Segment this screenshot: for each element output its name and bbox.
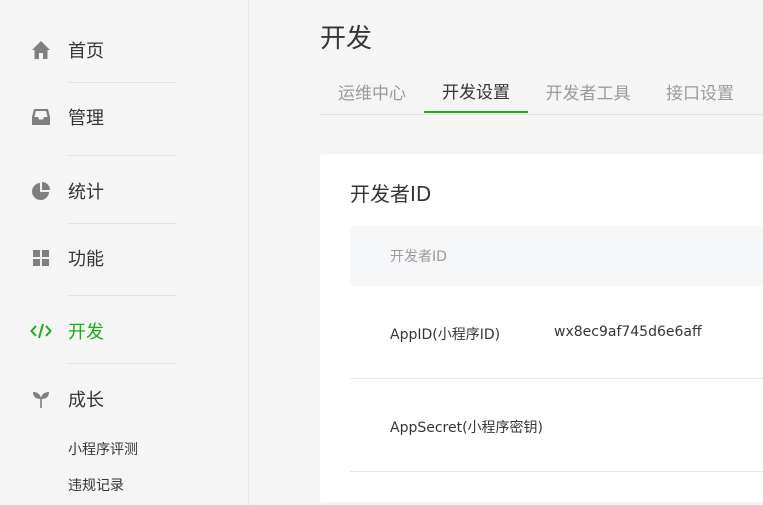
page-title: 开发 bbox=[320, 24, 373, 54]
appid-label: AppID(小程序ID) bbox=[390, 327, 501, 343]
grid-icon bbox=[30, 247, 52, 269]
sidebar-divider bbox=[68, 363, 176, 364]
sidebar-subitem-violations[interactable]: 违规记录 bbox=[68, 475, 124, 495]
tab-dev-settings[interactable]: 开发设置 bbox=[424, 70, 528, 113]
sidebar-item-label: 开发 bbox=[68, 322, 104, 343]
sidebar-item-develop[interactable]: 开发 bbox=[0, 311, 248, 351]
table-header: 开发者ID bbox=[350, 226, 763, 286]
table-row-appsecret: AppSecret(小程序密钥) bbox=[350, 379, 763, 472]
sidebar-divider bbox=[68, 295, 176, 296]
sidebar-item-label: 功能 bbox=[68, 249, 104, 270]
home-icon bbox=[30, 39, 52, 61]
sidebar-item-growth[interactable]: 成长 bbox=[0, 379, 248, 419]
table-header-label: 开发者ID bbox=[390, 249, 447, 265]
sidebar-divider bbox=[68, 82, 176, 83]
sidebar-item-label: 统计 bbox=[68, 182, 104, 203]
tab-bar: 运维中心 开发设置 开发者工具 接口设置 bbox=[320, 70, 763, 115]
card-title: 开发者ID bbox=[350, 182, 432, 206]
pie-chart-icon bbox=[30, 180, 52, 202]
appsecret-label: AppSecret(小程序密钥) bbox=[390, 420, 544, 436]
sidebar-divider bbox=[68, 223, 176, 224]
tab-api-settings[interactable]: 接口设置 bbox=[648, 70, 752, 113]
code-icon bbox=[30, 320, 52, 342]
tab-dev-tools[interactable]: 开发者工具 bbox=[528, 70, 648, 113]
sidebar-item-label: 成长 bbox=[68, 390, 104, 411]
tab-ops-center[interactable]: 运维中心 bbox=[320, 70, 424, 113]
table-row-appid: AppID(小程序ID) wx8ec9af745d6e6aff bbox=[350, 286, 763, 379]
sidebar-item-manage[interactable]: 管理 bbox=[0, 97, 248, 137]
main-content: 开发 运维中心 开发设置 开发者工具 接口设置 开发者ID 开发者ID AppI… bbox=[249, 0, 763, 505]
sidebar-item-features[interactable]: 功能 bbox=[0, 238, 248, 278]
sidebar-item-home[interactable]: 首页 bbox=[0, 30, 248, 70]
sidebar: 首页 管理 统计 功能 开发 成长 小程序评测 违规记录 bbox=[0, 0, 249, 505]
sidebar-item-label: 首页 bbox=[68, 41, 104, 62]
sidebar-item-stats[interactable]: 统计 bbox=[0, 171, 248, 211]
inbox-icon bbox=[30, 106, 52, 128]
appid-value: wx8ec9af745d6e6aff bbox=[554, 324, 702, 340]
sidebar-divider bbox=[68, 155, 176, 156]
sprout-icon bbox=[30, 388, 52, 410]
sidebar-subitem-review[interactable]: 小程序评测 bbox=[68, 439, 138, 459]
developer-id-card: 开发者ID 开发者ID AppID(小程序ID) wx8ec9af745d6e6… bbox=[320, 154, 763, 502]
sidebar-item-label: 管理 bbox=[68, 108, 104, 129]
